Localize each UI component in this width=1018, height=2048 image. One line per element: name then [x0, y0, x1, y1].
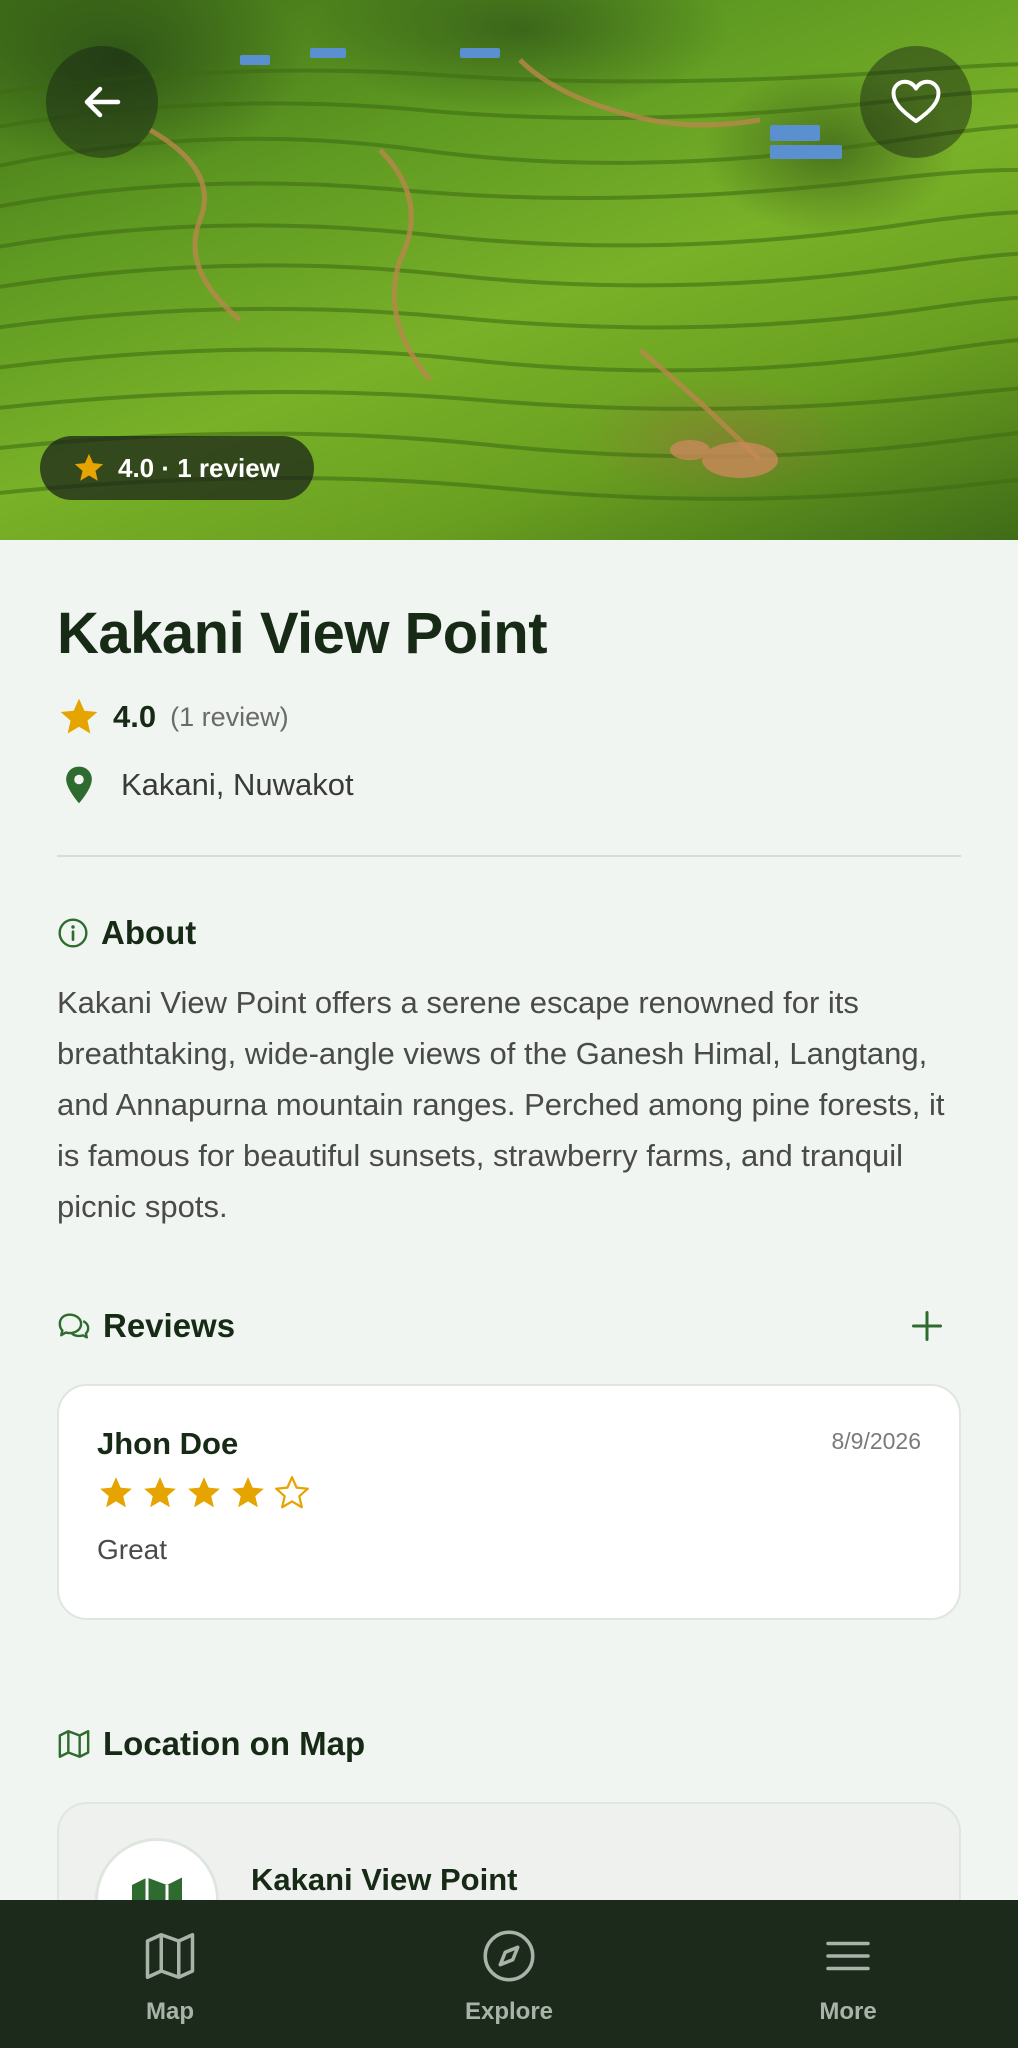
hero-image: 4.0 · 1 review — [0, 0, 1018, 540]
compass-icon — [483, 1930, 535, 1982]
hero-rating-text: 4.0 · 1 review — [118, 452, 280, 483]
bottom-navigation: Map Explore More — [0, 1900, 1018, 2048]
back-button[interactable] — [46, 46, 158, 158]
about-heading: About — [101, 914, 197, 951]
star-filled-icon — [144, 1477, 176, 1508]
location-row: Kakani, Nuwakot — [57, 761, 961, 809]
about-text: Kakani View Point offers a serene escape… — [57, 985, 945, 1224]
add-review-button[interactable] — [903, 1302, 951, 1350]
review-comment: Great — [97, 1534, 168, 1565]
nav-item-explore[interactable]: Explore — [419, 1900, 599, 2048]
place-details: Kakani View Point 4.0 (1 review) Kakani,… — [57, 540, 961, 2002]
map-place-name: Kakani View Point — [251, 1862, 518, 1897]
info-icon — [58, 918, 88, 948]
hero-rating-badge: 4.0 · 1 review — [40, 436, 314, 500]
star-icon — [60, 698, 98, 734]
map-icon — [145, 1933, 195, 1979]
nav-item-map[interactable]: Map — [80, 1900, 260, 2048]
arrow-left-icon — [84, 86, 121, 118]
star-empty-icon — [275, 1476, 309, 1509]
chat-bubbles-icon — [58, 1313, 90, 1339]
menu-icon — [826, 1941, 870, 1971]
rating-value: 4.0 — [113, 699, 157, 734]
location-text: Kakani, Nuwakot — [121, 767, 354, 802]
star-icon — [74, 453, 104, 481]
nav-label-explore: Explore — [464, 1998, 554, 2025]
review-author: Jhon Doe — [97, 1426, 239, 1461]
rating-summary: 4.0 (1 review) — [57, 693, 961, 741]
star-filled-icon — [232, 1477, 264, 1508]
review-count: (1 review) — [170, 701, 289, 732]
location-pin-icon — [66, 766, 92, 804]
plus-icon — [912, 1311, 942, 1341]
map-section-header: Location on Map — [57, 1720, 961, 1768]
reviews-heading: Reviews — [103, 1307, 236, 1344]
favorite-button[interactable] — [860, 46, 972, 158]
star-filled-icon — [188, 1477, 220, 1508]
nav-item-more[interactable]: More — [758, 1900, 938, 2048]
nav-label-more: More — [819, 1998, 877, 2025]
review-stars — [97, 1474, 921, 1512]
map-icon — [58, 1730, 90, 1758]
heart-icon — [891, 79, 941, 124]
about-section-header: About — [57, 909, 961, 957]
divider — [57, 855, 961, 857]
star-filled-icon — [100, 1477, 132, 1508]
nav-label-map: Map — [146, 1998, 194, 2025]
map-heading: Location on Map — [103, 1725, 366, 1762]
review-card: Jhon Doe 8/9/2026 Great — [57, 1384, 961, 1620]
page-title: Kakani View Point — [57, 601, 548, 666]
review-date: 8/9/2026 — [831, 1428, 921, 1454]
reviews-section-header: Reviews — [57, 1302, 961, 1350]
